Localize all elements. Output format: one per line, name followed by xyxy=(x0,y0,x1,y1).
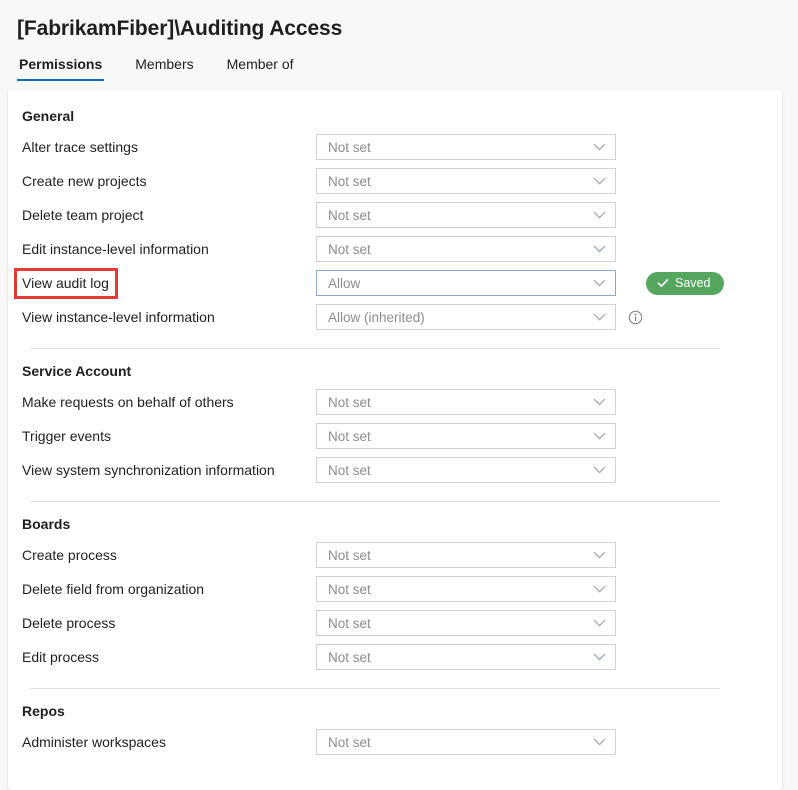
permission-row: Make requests on behalf of others Not set xyxy=(8,385,782,419)
dropdown-value: Not set xyxy=(328,140,371,155)
permission-row: Alter trace settings Not set xyxy=(8,130,782,164)
section-general: GeneralAlter trace settingsNot setCreate… xyxy=(8,108,782,334)
permission-row: Create process Not set xyxy=(8,538,782,572)
permission-label: Delete process xyxy=(22,615,316,631)
chevron-down-icon[interactable] xyxy=(593,279,606,287)
permission-dropdown[interactable]: Allow (inherited) xyxy=(316,304,616,330)
dropdown-value: Not set xyxy=(328,616,371,631)
permission-dropdown[interactable]: Not set xyxy=(316,236,616,262)
chevron-down-icon[interactable] xyxy=(593,432,606,440)
dropdown-value: Not set xyxy=(328,463,371,478)
permission-dropdown[interactable]: Not set xyxy=(316,168,616,194)
permission-label: Alter trace settings xyxy=(22,139,316,155)
chevron-down-icon[interactable] xyxy=(593,619,606,627)
permission-row: Delete process Not set xyxy=(8,606,782,640)
permission-row: Delete field from organization Not set xyxy=(8,572,782,606)
permission-label: Edit process xyxy=(22,649,316,665)
dropdown-value: Not set xyxy=(328,650,371,665)
chevron-down-icon[interactable] xyxy=(593,585,606,593)
permission-row: Trigger events Not set xyxy=(8,419,782,453)
chevron-down-icon[interactable] xyxy=(593,398,606,406)
chevron-down-icon[interactable] xyxy=(593,143,606,151)
page-title: [FabrikamFiber]\Auditing Access xyxy=(0,0,798,43)
chevron-down-icon[interactable] xyxy=(593,653,606,661)
section-title: Repos xyxy=(8,703,782,719)
permission-label: View system synchronization information xyxy=(22,462,316,478)
permission-row: View audit log Allow Saved xyxy=(8,266,782,300)
permission-dropdown[interactable]: Not set xyxy=(316,729,616,755)
section-boards: BoardsCreate processNot setDelete field … xyxy=(8,516,782,674)
permission-label: Create new projects xyxy=(22,173,316,189)
permission-label: Edit instance-level information xyxy=(22,241,316,257)
permission-label: Trigger events xyxy=(22,428,316,444)
permission-dropdown[interactable]: Not set xyxy=(316,202,616,228)
permission-dropdown[interactable]: Not set xyxy=(316,457,616,483)
permission-dropdown[interactable]: Not set xyxy=(316,134,616,160)
permissions-card: GeneralAlter trace settingsNot setCreate… xyxy=(8,90,782,790)
dropdown-value: Not set xyxy=(328,242,371,257)
permission-row: Create new projects Not set xyxy=(8,164,782,198)
info-circle-icon[interactable] xyxy=(628,310,643,325)
dropdown-value: Not set xyxy=(328,208,371,223)
section-repos: Repos Administer workspaces Not set xyxy=(8,703,782,759)
permission-row: Edit process Not set xyxy=(8,640,782,674)
status-badge-label: Saved xyxy=(675,276,710,290)
chevron-down-icon[interactable] xyxy=(593,313,606,321)
permission-row: View instance-level information Allow (in… xyxy=(8,300,782,334)
permission-dropdown[interactable]: Not set xyxy=(316,610,616,636)
section-divider xyxy=(30,348,720,349)
tab-members[interactable]: Members xyxy=(133,52,195,81)
chevron-down-icon[interactable] xyxy=(593,211,606,219)
chevron-down-icon[interactable] xyxy=(593,738,606,746)
section-title: Service Account xyxy=(8,363,782,379)
dropdown-value: Not set xyxy=(328,429,371,444)
highlighted-permission-label: View audit log xyxy=(17,271,115,296)
chevron-down-icon[interactable] xyxy=(593,551,606,559)
tab-bar: Permissions Members Member of xyxy=(0,43,798,81)
section-divider xyxy=(30,501,720,502)
permission-dropdown[interactable]: Allow xyxy=(316,270,616,296)
permission-row: Delete team project Not set xyxy=(8,198,782,232)
chevron-down-icon[interactable] xyxy=(593,466,606,474)
section-divider xyxy=(30,688,720,689)
section-title: Boards xyxy=(8,516,782,532)
dropdown-value: Not set xyxy=(328,582,371,597)
permissions-list: GeneralAlter trace settingsNot setCreate… xyxy=(8,90,782,759)
permission-label: View audit log xyxy=(22,271,316,296)
tab-member-of[interactable]: Member of xyxy=(225,52,296,81)
permission-row: Edit instance-level information Not set xyxy=(8,232,782,266)
permission-label: Delete field from organization xyxy=(22,581,316,597)
tab-permissions[interactable]: Permissions xyxy=(17,52,104,81)
permission-dropdown[interactable]: Not set xyxy=(316,542,616,568)
chevron-down-icon[interactable] xyxy=(593,245,606,253)
permission-dropdown[interactable]: Not set xyxy=(316,644,616,670)
permission-label: Delete team project xyxy=(22,207,316,223)
page-header: [FabrikamFiber]\Auditing Access Permissi… xyxy=(0,0,798,81)
dropdown-value: Not set xyxy=(328,735,371,750)
permission-dropdown[interactable]: Not set xyxy=(316,389,616,415)
permission-dropdown[interactable]: Not set xyxy=(316,576,616,602)
dropdown-value: Allow (inherited) xyxy=(328,310,425,325)
dropdown-value: Not set xyxy=(328,395,371,410)
check-icon xyxy=(657,277,669,289)
permission-label: Create process xyxy=(22,547,316,563)
permission-label: Administer workspaces xyxy=(22,734,316,750)
permission-label: Make requests on behalf of others xyxy=(22,394,316,410)
dropdown-value: Not set xyxy=(328,548,371,563)
section-title: General xyxy=(8,108,782,124)
section-service-account: Service Account Make requests on behalf o… xyxy=(8,363,782,487)
chevron-down-icon[interactable] xyxy=(593,177,606,185)
permission-label: View instance-level information xyxy=(22,309,316,325)
status-badge: Saved xyxy=(646,272,724,295)
permission-row: Administer workspaces Not set xyxy=(8,725,782,759)
dropdown-value: Not set xyxy=(328,174,371,189)
permission-dropdown[interactable]: Not set xyxy=(316,423,616,449)
dropdown-value: Allow xyxy=(328,276,360,291)
permission-row: View system synchronization information N… xyxy=(8,453,782,487)
